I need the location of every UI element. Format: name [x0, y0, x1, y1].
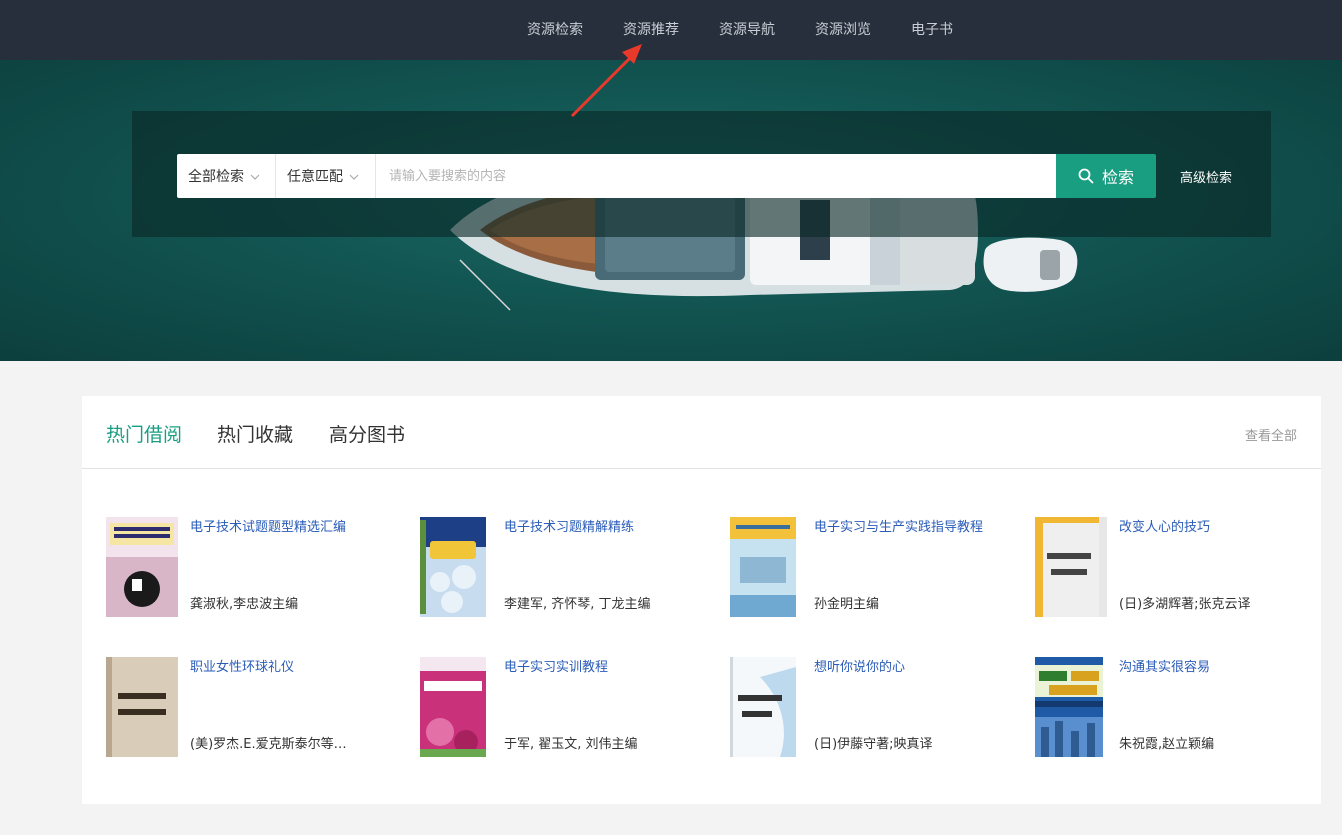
book-item: 电子技术试题题型精选汇编 龚淑秋,李忠波主编 — [106, 517, 396, 617]
book-author: (日)伊藤守著;映真译 — [814, 737, 933, 752]
book-cover[interactable] — [1035, 517, 1107, 617]
search-scope-label: 全部检索 — [188, 169, 244, 185]
book-cover[interactable] — [1035, 657, 1103, 757]
tab-hot-favorites[interactable]: 热门收藏 — [217, 420, 293, 447]
nav-item-resource-navigation[interactable]: 资源导航 — [719, 19, 775, 39]
book-recommendation-card: 热门借阅 热门收藏 高分图书 查看全部 电子技术试题题型精选汇编 龚淑秋,李忠波… — [82, 396, 1321, 804]
book-title-link[interactable]: 沟通其实很容易 — [1119, 657, 1319, 678]
search-input[interactable] — [377, 154, 1056, 198]
hero-banner — [0, 60, 1342, 361]
book-author: 李建军, 齐怀琴, 丁龙主编 — [504, 597, 651, 612]
search-box: 全部检索 任意匹配 — [177, 154, 1056, 198]
top-nav: 资源检索 资源推荐 资源导航 资源浏览 电子书 — [0, 0, 1342, 60]
book-author: 朱祝霞,赵立颖编 — [1119, 737, 1215, 752]
tab-hot-borrow[interactable]: 热门借阅 — [106, 420, 182, 447]
book-cover[interactable] — [106, 657, 178, 757]
search-button-label: 检索 — [1101, 168, 1134, 187]
annotation-arrow-icon — [570, 44, 642, 118]
book-cover[interactable] — [420, 657, 486, 757]
book-item: 电子技术习题精解精练 李建军, 齐怀琴, 丁龙主编 — [420, 517, 710, 617]
book-title-link[interactable]: 电子技术试题题型精选汇编 — [190, 517, 390, 538]
nav-item-resource-browse[interactable]: 资源浏览 — [815, 19, 871, 39]
book-item: 沟通其实很容易 朱祝霞,赵立颖编 — [1035, 657, 1325, 757]
chevron-down-icon — [250, 170, 260, 183]
book-title-link[interactable]: 电子实习与生产实践指导教程 — [814, 517, 1014, 538]
view-all-link[interactable]: 查看全部 — [1245, 425, 1297, 444]
book-tabs: 热门借阅 热门收藏 高分图书 查看全部 — [82, 396, 1321, 469]
book-title-link[interactable]: 电子技术习题精解精练 — [504, 517, 704, 538]
tab-top-rated[interactable]: 高分图书 — [329, 420, 405, 447]
book-cover[interactable] — [730, 657, 796, 757]
book-title-link[interactable]: 改变人心的技巧 — [1119, 517, 1319, 538]
nav-item-ebook[interactable]: 电子书 — [911, 19, 953, 39]
match-mode-label: 任意匹配 — [287, 169, 343, 185]
book-item: 想听你说你的心 (日)伊藤守著;映真译 — [730, 657, 1020, 757]
book-author: 孙金明主编 — [814, 597, 880, 612]
book-cover[interactable] — [420, 517, 486, 617]
book-author: (日)多湖辉著;张克云译 — [1119, 597, 1251, 612]
book-author: 于军, 翟玉文, 刘伟主编 — [504, 737, 638, 752]
book-author: 龚淑秋,李忠波主编 — [190, 597, 299, 612]
search-button[interactable]: 检索 — [1056, 154, 1156, 198]
book-title-link[interactable]: 职业女性环球礼仪 — [190, 657, 390, 678]
search-icon — [1078, 168, 1094, 184]
book-author: (美)罗杰.E.爱克斯泰尔等… — [190, 737, 347, 752]
book-item: 电子实习与生产实践指导教程 孙金明主编 — [730, 517, 1020, 617]
search-scope-select[interactable]: 全部检索 — [177, 154, 276, 198]
book-item: 改变人心的技巧 (日)多湖辉著;张克云译 — [1035, 517, 1325, 617]
match-mode-select[interactable]: 任意匹配 — [276, 154, 376, 198]
nav-item-resource-recommend[interactable]: 资源推荐 — [623, 19, 679, 39]
book-title-link[interactable]: 电子实习实训教程 — [504, 657, 704, 678]
book-title-link[interactable]: 想听你说你的心 — [814, 657, 1014, 678]
advanced-search-link[interactable]: 高级检索 — [1180, 167, 1232, 186]
book-cover[interactable] — [730, 517, 796, 617]
chevron-down-icon — [349, 170, 359, 183]
book-item: 电子实习实训教程 于军, 翟玉文, 刘伟主编 — [420, 657, 710, 757]
book-item: 职业女性环球礼仪 (美)罗杰.E.爱克斯泰尔等… — [106, 657, 396, 757]
nav-item-resource-search[interactable]: 资源检索 — [527, 19, 583, 39]
book-cover[interactable] — [106, 517, 178, 617]
